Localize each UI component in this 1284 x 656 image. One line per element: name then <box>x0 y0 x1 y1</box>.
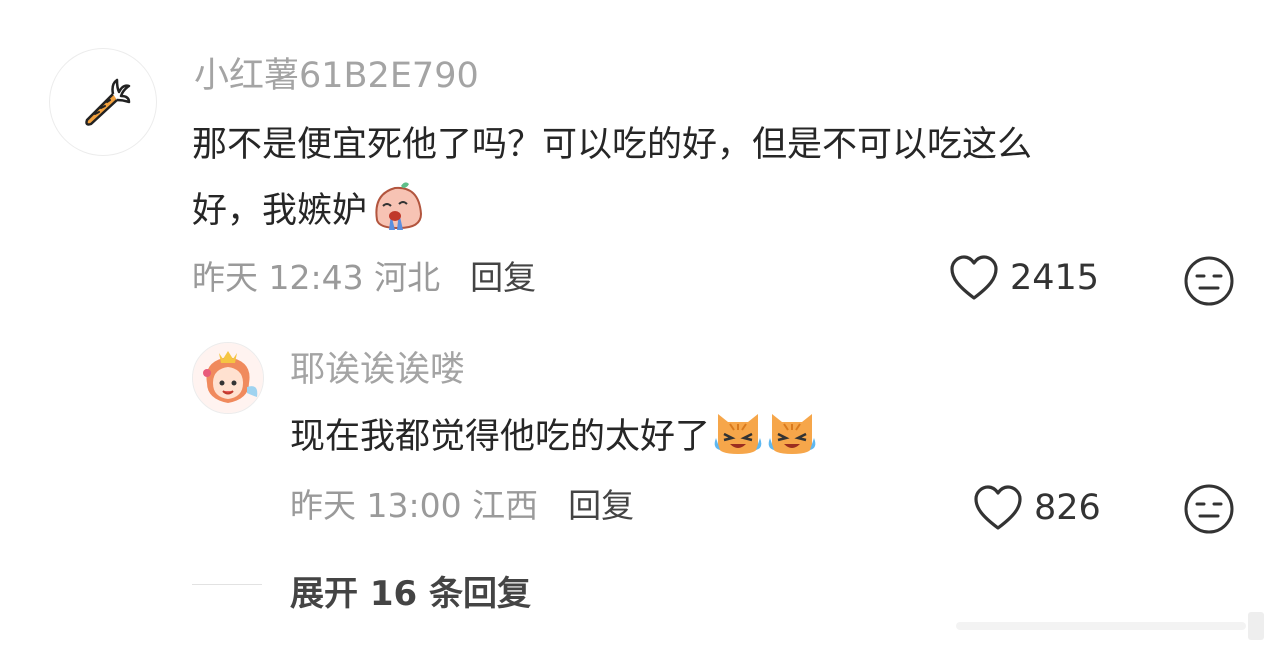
like-button[interactable]: 2415 <box>948 254 1099 302</box>
heart-icon <box>974 485 1022 530</box>
crying-cat-emoji <box>712 408 764 480</box>
neutral-face-icon <box>1184 256 1234 306</box>
reply-timestamp-location: 昨天 13:00 江西 <box>290 486 539 525</box>
comment-text-line2-text: 好，我嫉妒 <box>192 191 368 231</box>
reply-like-count: 826 <box>1034 488 1101 528</box>
watermark <box>956 612 1264 640</box>
reaction-button[interactable] <box>1182 254 1236 308</box>
carrot-icon <box>85 78 131 126</box>
crying-cat-emoji <box>766 408 818 480</box>
comment-timestamp-location: 昨天 12:43 河北 <box>192 258 441 297</box>
like-count: 2415 <box>1010 258 1100 298</box>
reply-text: 现在我都觉得他吃的太好了 <box>290 404 818 480</box>
comment-text: 那不是便宜死他了吗？可以吃的好，但是不可以吃这么 好，我嫉妒 <box>192 112 1232 254</box>
commenter-username[interactable]: 小红薯61B2E790 <box>194 54 479 98</box>
expand-replies-button[interactable]: 展开 16 条回复 <box>290 566 531 615</box>
comment-meta: 昨天 12:43 河北 回复 <box>192 256 536 300</box>
reply-reaction-button[interactable] <box>1182 482 1236 536</box>
comment-text-line1: 那不是便宜死他了吗？可以吃的好，但是不可以吃这么 <box>192 125 1033 165</box>
commenter-avatar[interactable] <box>49 48 157 156</box>
reply-button[interactable]: 回复 <box>470 258 536 297</box>
crying-emoji <box>369 180 425 254</box>
reply-username[interactable]: 耶诶诶诶喽 <box>290 348 465 392</box>
reply-reply-button[interactable]: 回复 <box>568 486 634 525</box>
neutral-face-icon <box>1184 484 1234 534</box>
reply-avatar[interactable] <box>192 342 264 414</box>
heart-icon <box>950 255 998 300</box>
cartoon-girl-avatar <box>193 343 263 413</box>
expand-divider <box>192 584 262 585</box>
comment-text-line2: 好，我嫉妒 <box>192 178 1232 254</box>
reply-like-button[interactable]: 826 <box>972 484 1101 532</box>
reply-text-body: 现在我都觉得他吃的太好了 <box>290 417 711 457</box>
reply-meta: 昨天 13:00 江西 回复 <box>290 484 634 528</box>
